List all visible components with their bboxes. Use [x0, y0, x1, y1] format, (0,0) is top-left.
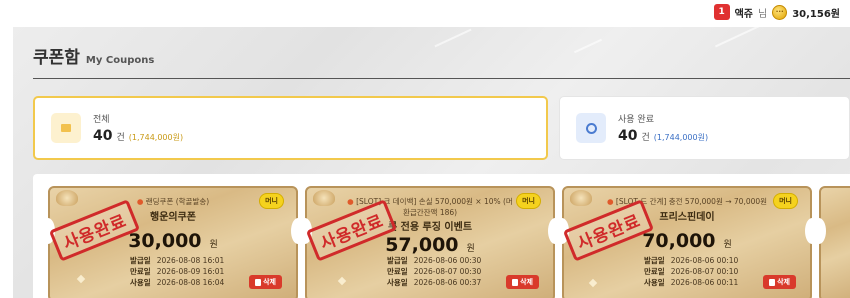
- background-streak: [573, 38, 603, 54]
- delete-label: 삭제: [777, 278, 790, 286]
- issued-label: 발급일: [130, 256, 151, 265]
- used-date: 2026-08-06 00:37: [413, 278, 482, 287]
- description-text: 랜딩쿠폰 (학골발송): [145, 197, 210, 206]
- issued-label: 발급일: [644, 256, 665, 265]
- stat-amount: (1,744,000원): [653, 133, 709, 142]
- stat-unit: 건: [641, 133, 650, 143]
- coupon-card-partial[interactable]: [812, 186, 850, 298]
- coupon-card[interactable]: ● [SLOT] 크 데이백] 손실 570,000원 × 10% (머 환급간…: [298, 186, 562, 298]
- coupon-card[interactable]: ● 랜딩쿠폰 (학골발송) 행운의쿠폰 30,000 원 머니 발급일 2026-…: [41, 186, 305, 298]
- page-title: 쿠폰함: [33, 48, 80, 68]
- chat-icon: ●: [606, 197, 614, 206]
- used-label: 사용일: [130, 278, 151, 287]
- used-coupons-card[interactable]: 사용 완료 40 건 (1,744,000원): [559, 96, 850, 160]
- coupon-amount: 57,000: [385, 234, 459, 256]
- stat-count: 40: [618, 128, 638, 144]
- used-date: 2026-08-08 16:04: [156, 278, 225, 287]
- expire-date: 2026-08-09 16:01: [156, 267, 225, 276]
- expire-label: 만료일: [130, 267, 151, 276]
- expire-label: 만료일: [387, 267, 408, 276]
- delete-label: 삭제: [520, 278, 533, 286]
- stat-label: 전체: [93, 115, 110, 125]
- used-date: 2026-08-06 00:11: [670, 278, 739, 287]
- currency-unit: 원: [209, 240, 218, 250]
- points-balance: 30,156원: [792, 8, 840, 20]
- issued-date: 2026-08-06 00:30: [413, 256, 482, 265]
- ticket-background: [819, 186, 850, 298]
- stat-count: 40: [93, 128, 113, 144]
- coin-icon: ···: [772, 4, 788, 20]
- background-streak: [714, 24, 762, 48]
- coupon-dates: 발급일 2026-08-06 00:30 만료일 2026-08-07 00:30 …: [387, 255, 481, 288]
- stat-unit: 건: [116, 133, 125, 143]
- page-header: 쿠폰함 My Coupons: [33, 43, 154, 68]
- username[interactable]: 액쥬: [735, 5, 753, 20]
- trash-icon: [255, 278, 262, 286]
- trash-icon: [769, 278, 776, 286]
- trash-icon: [512, 278, 519, 286]
- chat-icon: ●: [136, 197, 144, 206]
- coupon-dates: 발급일 2026-08-06 00:10 만료일 2026-08-07 00:10 …: [644, 255, 738, 288]
- ticket-notch: [812, 218, 826, 244]
- chat-icon: ●: [347, 197, 354, 206]
- issued-date: 2026-08-08 16:01: [156, 256, 225, 265]
- description-text: 환급간잔액 186): [402, 208, 458, 217]
- issued-label: 발급일: [387, 256, 408, 265]
- issued-date: 2026-08-06 00:10: [670, 256, 739, 265]
- delete-button[interactable]: 삭제: [506, 275, 539, 289]
- delete-label: 삭제: [263, 278, 276, 286]
- money-badge: 머니: [773, 193, 798, 209]
- coupon-amount: 30,000: [128, 230, 202, 252]
- level-badge: 1: [713, 4, 730, 20]
- stat-amount: (1,744,000원): [128, 133, 184, 142]
- delete-button[interactable]: 삭제: [249, 275, 282, 289]
- currency-unit: 원: [723, 240, 732, 250]
- expire-label: 만료일: [644, 267, 665, 276]
- header-divider: [33, 78, 850, 79]
- user-info: 1 액쥬 님 ··· 30,156원: [713, 3, 840, 21]
- currency-unit: 원: [466, 244, 475, 254]
- delete-button[interactable]: 삭제: [763, 275, 796, 289]
- background-streak: [434, 28, 472, 48]
- honorific: 님: [758, 8, 768, 20]
- total-coupons-card[interactable]: 전체 40 건 (1,744,000원): [33, 96, 548, 160]
- page-subtitle: My Coupons: [85, 55, 155, 66]
- expire-date: 2026-08-07 00:10: [670, 267, 739, 276]
- expire-date: 2026-08-07 00:30: [413, 267, 482, 276]
- coupon-list: ● 랜딩쿠폰 (학골발송) 행운의쿠폰 30,000 원 머니 발급일 2026-…: [33, 174, 850, 298]
- money-badge: 머니: [259, 193, 284, 209]
- coupon-dates: 발급일 2026-08-08 16:01 만료일 2026-08-09 16:01 …: [130, 255, 224, 288]
- used-label: 사용일: [387, 278, 408, 287]
- folder-icon: [51, 113, 81, 143]
- top-bar: 1 액쥬 님 ··· 30,156원: [0, 0, 850, 26]
- used-label: 사용일: [644, 278, 665, 287]
- money-badge: 머니: [516, 193, 541, 209]
- coupon-card[interactable]: ● [SLOT 드 간계] 충전 570,000원 → 70,000원 프리스핀…: [555, 186, 819, 298]
- check-circle-icon: [576, 113, 606, 143]
- stat-label: 사용 완료: [618, 115, 654, 125]
- coupon-amount: 70,000: [642, 230, 716, 252]
